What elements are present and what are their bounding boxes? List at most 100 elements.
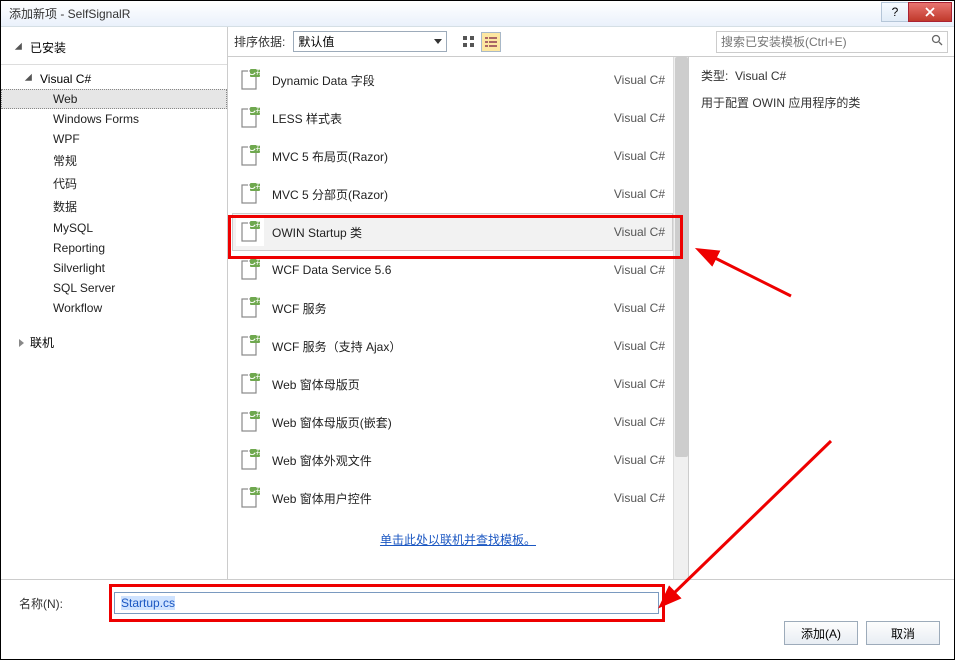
template-lang: Visual C# bbox=[614, 73, 665, 87]
search-input[interactable] bbox=[721, 35, 931, 49]
sidebar-item-代码[interactable]: 代码 bbox=[1, 172, 227, 195]
file-icon: C# bbox=[236, 180, 264, 208]
sort-label: 排序依据: bbox=[234, 33, 285, 50]
svg-text:C#: C# bbox=[247, 220, 262, 230]
online-header[interactable]: 联机 bbox=[1, 328, 227, 357]
sidebar-item-sql-server[interactable]: SQL Server bbox=[1, 278, 227, 298]
svg-text:C#: C# bbox=[247, 144, 262, 154]
online-search-link[interactable]: 单击此处以联机并查找模板。 bbox=[228, 521, 688, 558]
template-item[interactable]: C# OWIN Startup 类Visual C# bbox=[232, 213, 673, 251]
installed-label: 已安装 bbox=[30, 39, 66, 56]
file-icon: C# bbox=[236, 294, 264, 322]
template-item[interactable]: C#WCF Data Service 5.6Visual C# bbox=[232, 251, 673, 289]
template-lang: Visual C# bbox=[614, 111, 665, 125]
titlebar: 添加新项 - SelfSignalR ? bbox=[1, 1, 954, 27]
template-lang: Visual C# bbox=[614, 339, 665, 353]
svg-text:C#: C# bbox=[247, 448, 262, 458]
template-lang: Visual C# bbox=[614, 453, 665, 467]
installed-header[interactable]: 已安装 bbox=[1, 33, 227, 65]
bottom-panel: 名称(N): Startup.cs 添加(A) 取消 bbox=[1, 579, 954, 659]
svg-text:C#: C# bbox=[247, 182, 262, 192]
template-name: Web 窗体母版页 bbox=[272, 376, 614, 393]
file-icon: C# bbox=[236, 370, 264, 398]
sidebar-item-数据[interactable]: 数据 bbox=[1, 195, 227, 218]
template-item[interactable]: C# MVC 5 分部页(Razor)Visual C# bbox=[232, 175, 673, 213]
sidebar-item-workflow[interactable]: Workflow bbox=[1, 298, 227, 318]
template-item[interactable]: C#LESS 样式表Visual C# bbox=[232, 99, 673, 137]
template-list: C#Dynamic Data 字段Visual C#C#LESS 样式表Visu… bbox=[228, 57, 689, 579]
type-label: 类型: bbox=[701, 69, 728, 83]
sort-value: 默认值 bbox=[298, 33, 334, 50]
search-box[interactable] bbox=[716, 31, 948, 53]
main-area: 排序依据: 默认值 bbox=[228, 27, 954, 579]
file-icon: C# bbox=[236, 332, 264, 360]
sidebar: 已安装 Visual C# WebWindows FormsWPF常规代码数据M… bbox=[1, 27, 228, 579]
type-line: 类型: Visual C# bbox=[701, 67, 942, 84]
name-label: 名称(N): bbox=[19, 595, 114, 612]
template-name: WCF 服务 bbox=[272, 300, 614, 317]
close-button[interactable] bbox=[908, 2, 952, 22]
close-icon bbox=[925, 7, 935, 17]
search-icon[interactable] bbox=[931, 34, 943, 49]
svg-text:C#: C# bbox=[247, 372, 262, 382]
svg-text:C#: C# bbox=[247, 334, 262, 344]
name-input[interactable]: Startup.cs bbox=[114, 592, 659, 614]
window-title: 添加新项 - SelfSignalR bbox=[9, 5, 130, 22]
template-item[interactable]: C#Web 窗体母版页Visual C# bbox=[232, 365, 673, 403]
template-item[interactable]: C#WCF 服务Visual C# bbox=[232, 289, 673, 327]
template-name: OWIN Startup 类 bbox=[272, 224, 614, 241]
scrollbar[interactable] bbox=[673, 57, 688, 579]
name-value: Startup.cs bbox=[121, 596, 175, 610]
file-icon: C# bbox=[236, 256, 264, 284]
template-lang: Visual C# bbox=[614, 187, 665, 201]
sidebar-item-mysql[interactable]: MySQL bbox=[1, 218, 227, 238]
template-name: MVC 5 布局页(Razor) bbox=[272, 148, 614, 165]
sidebar-item-windows-forms[interactable]: Windows Forms bbox=[1, 109, 227, 129]
template-lang: Visual C# bbox=[614, 415, 665, 429]
sort-dropdown[interactable]: 默认值 bbox=[293, 31, 447, 52]
sidebar-item-silverlight[interactable]: Silverlight bbox=[1, 258, 227, 278]
template-name: Web 窗体用户控件 bbox=[272, 490, 614, 507]
dialog-window: 添加新项 - SelfSignalR ? 已安装 Visual C# WebWi… bbox=[0, 0, 955, 660]
sidebar-item-web[interactable]: Web bbox=[1, 89, 227, 109]
view-small-icons[interactable] bbox=[459, 32, 479, 52]
template-name: MVC 5 分部页(Razor) bbox=[272, 186, 614, 203]
file-icon: C# bbox=[236, 446, 264, 474]
svg-text:C#: C# bbox=[247, 106, 262, 116]
template-item[interactable]: C#Web 窗体母版页(嵌套)Visual C# bbox=[232, 403, 673, 441]
template-item[interactable]: C# Web 窗体外观文件Visual C# bbox=[232, 441, 673, 479]
svg-text:C#: C# bbox=[247, 296, 262, 306]
file-icon: C# bbox=[236, 408, 264, 436]
view-list[interactable] bbox=[481, 32, 501, 52]
svg-text:C#: C# bbox=[247, 410, 262, 420]
cancel-button[interactable]: 取消 bbox=[866, 621, 940, 645]
sidebar-item-常规[interactable]: 常规 bbox=[1, 149, 227, 172]
template-name: WCF 服务（支持 Ajax） bbox=[272, 338, 614, 355]
svg-text:C#: C# bbox=[247, 258, 262, 268]
template-name: Web 窗体外观文件 bbox=[272, 452, 614, 469]
template-item[interactable]: C# WCF 服务（支持 Ajax）Visual C# bbox=[232, 327, 673, 365]
template-item[interactable]: C#Dynamic Data 字段Visual C# bbox=[232, 61, 673, 99]
lang-label: Visual C# bbox=[40, 72, 91, 86]
template-lang: Visual C# bbox=[614, 149, 665, 163]
sidebar-item-reporting[interactable]: Reporting bbox=[1, 238, 227, 258]
template-item[interactable]: C#Web 窗体用户控件Visual C# bbox=[232, 479, 673, 517]
add-button[interactable]: 添加(A) bbox=[784, 621, 858, 645]
template-name: Dynamic Data 字段 bbox=[272, 72, 614, 89]
template-item[interactable]: C# MVC 5 布局页(Razor)Visual C# bbox=[232, 137, 673, 175]
lang-visual-csharp[interactable]: Visual C# bbox=[1, 69, 227, 89]
template-lang: Visual C# bbox=[614, 225, 665, 239]
sidebar-item-wpf[interactable]: WPF bbox=[1, 129, 227, 149]
help-button[interactable]: ? bbox=[881, 2, 909, 22]
template-lang: Visual C# bbox=[614, 491, 665, 505]
online-label: 联机 bbox=[30, 334, 54, 351]
description-text: 用于配置 OWIN 应用程序的类 bbox=[701, 94, 942, 111]
chevron-right-icon bbox=[19, 339, 24, 347]
chevron-down-icon bbox=[25, 74, 36, 85]
topbar: 排序依据: 默认值 bbox=[228, 27, 954, 57]
scrollbar-thumb[interactable] bbox=[675, 57, 688, 457]
file-icon: C# bbox=[236, 142, 264, 170]
grid-icon bbox=[462, 35, 476, 49]
chevron-down-icon bbox=[434, 39, 442, 44]
file-icon: C# bbox=[236, 104, 264, 132]
